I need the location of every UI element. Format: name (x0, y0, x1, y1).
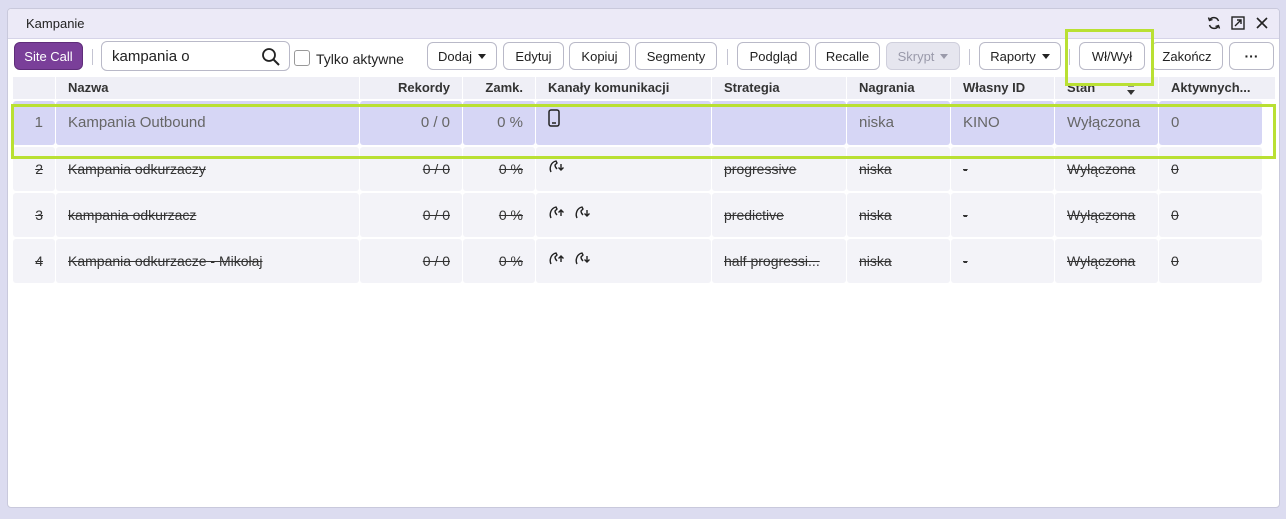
cell-own-id: KINO (951, 101, 1054, 145)
cell-active: 0 (1159, 147, 1262, 191)
phone-outbound-icon (548, 239, 564, 283)
col-header-num (13, 77, 55, 99)
cell-name: Kampania odkurzaczy (56, 147, 359, 191)
chevron-down-icon (477, 53, 486, 59)
cell-closed: 0 % (463, 101, 535, 145)
col-header-state[interactable]: Stan (1055, 77, 1158, 99)
col-header-state-label: Stan (1067, 80, 1096, 95)
mobile-icon (548, 101, 560, 145)
col-header-channels[interactable]: Kanały komunikacji (536, 77, 711, 99)
cell-records: 0 / 0 (360, 147, 462, 191)
toolbar: Site Call Tylko aktywne Dodaj Edytuj Kop… (8, 39, 1279, 77)
row-number: 2 (13, 147, 55, 191)
table-row[interactable]: 1 Kampania Outbound 0 / 00 % niska KINO Wyłąc… (13, 99, 1275, 145)
cell-state: Wyłączona (1055, 101, 1158, 145)
cell-strategy: predictive (712, 193, 846, 237)
site-call-button[interactable]: Site Call (14, 42, 83, 70)
cell-channels (536, 239, 711, 283)
col-header-records[interactable]: Rekordy (360, 77, 462, 99)
cell-name: kampania odkurzacz (56, 193, 359, 237)
reports-button[interactable]: Raporty (979, 42, 1061, 70)
phone-outbound-icon (548, 193, 564, 237)
col-header-name[interactable]: Nazwa (56, 77, 359, 99)
title-bar: Kampanie (8, 9, 1279, 39)
cell-active: 0 (1159, 101, 1262, 145)
script-button[interactable]: Skrypt (886, 42, 960, 70)
active-only-checkbox[interactable] (294, 50, 310, 66)
finish-button[interactable]: Zakończ (1151, 42, 1223, 70)
cell-active: 0 (1159, 193, 1262, 237)
on-off-button[interactable]: Wł/Wył (1079, 42, 1145, 70)
cell-channels (536, 147, 711, 191)
refresh-icon[interactable] (1205, 14, 1223, 32)
table-row[interactable]: 3 kampania odkurzacz 0 / 00 % predictive nis… (13, 191, 1275, 237)
search-input[interactable] (112, 47, 252, 65)
add-label: Dodaj (438, 48, 472, 64)
cell-state: Wyłączona (1055, 193, 1158, 237)
cell-recordings: niska (847, 193, 950, 237)
row-number: 4 (13, 239, 55, 283)
cell-records: 0 / 0 (360, 193, 462, 237)
cell-strategy: progressive (712, 147, 846, 191)
active-only-label: Tylko aktywne (316, 51, 404, 67)
cell-own-id: - (951, 239, 1054, 283)
cell-own-id: - (951, 193, 1054, 237)
window-title: Kampanie (26, 16, 85, 31)
cell-active: 0 (1159, 239, 1262, 283)
cell-closed: 0 % (463, 239, 535, 283)
cell-recordings: niska (847, 239, 950, 283)
col-header-own-id[interactable]: Własny ID (951, 77, 1054, 99)
popout-icon[interactable] (1229, 14, 1247, 32)
close-icon[interactable] (1253, 14, 1271, 32)
table-row[interactable]: 2 Kampania odkurzaczy 0 / 00 % progressive n… (13, 145, 1275, 191)
cell-name: Kampania Outbound (56, 101, 359, 145)
add-button[interactable]: Dodaj (427, 42, 497, 70)
chevron-down-icon (940, 53, 949, 59)
cell-state: Wyłączona (1055, 147, 1158, 191)
cell-strategy (712, 101, 846, 145)
campaigns-table: Nazwa Rekordy Zamk. Kanały komunikacji S… (13, 77, 1275, 283)
cell-records: 0 / 0 (360, 101, 462, 145)
preview-button[interactable]: Podgląd (737, 42, 810, 70)
separator (1069, 49, 1070, 65)
cell-closed: 0 % (463, 147, 535, 191)
reports-label: Raporty (990, 48, 1036, 64)
col-header-strategy[interactable]: Strategia (712, 77, 846, 99)
row-number: 1 (13, 101, 55, 145)
cell-name: Kampania odkurzacze - Mikołaj (56, 239, 359, 283)
chevron-down-icon (1041, 53, 1050, 59)
cell-recordings: niska (847, 101, 950, 145)
col-header-active[interactable]: Aktywnych... (1159, 77, 1275, 99)
separator (92, 49, 93, 65)
cell-records: 0 / 0 (360, 239, 462, 283)
edit-button[interactable]: Edytuj (503, 42, 564, 70)
table-row[interactable]: 4 Kampania odkurzacze - Mikołaj 0 / 00 % ha… (13, 237, 1275, 283)
separator (727, 49, 728, 65)
campaigns-window: Kampanie Site Call Tylko aktywne Dodaj E… (7, 8, 1280, 508)
table-body: 1 Kampania Outbound 0 / 00 % niska KINO Wyłąc… (13, 99, 1275, 283)
table-header: Nazwa Rekordy Zamk. Kanały komunikacji S… (13, 77, 1275, 99)
col-header-closed[interactable]: Zamk. (463, 77, 535, 99)
cell-channels (536, 193, 711, 237)
cell-strategy: half progressi... (712, 239, 846, 283)
cell-closed: 0 % (463, 193, 535, 237)
separator (969, 49, 970, 65)
phone-inbound-icon (574, 193, 590, 237)
more-button[interactable]: ··· (1229, 42, 1274, 70)
script-label: Skrypt (897, 48, 935, 64)
cell-own-id: - (951, 147, 1054, 191)
search-box (101, 41, 290, 71)
search-icon[interactable] (261, 47, 281, 67)
row-number: 3 (13, 193, 55, 237)
recalle-button[interactable]: Recalle (815, 42, 880, 70)
cell-state: Wyłączona (1055, 239, 1158, 283)
copy-button[interactable]: Kopiuj (569, 42, 630, 70)
phone-inbound-icon (574, 239, 590, 283)
segments-button[interactable]: Segmenty (635, 42, 717, 70)
phone-inbound-icon (548, 147, 564, 191)
window-controls (1205, 14, 1271, 32)
cell-recordings: niska (847, 147, 950, 191)
col-header-recordings[interactable]: Nagrania (847, 77, 950, 99)
cell-channels (536, 101, 711, 145)
